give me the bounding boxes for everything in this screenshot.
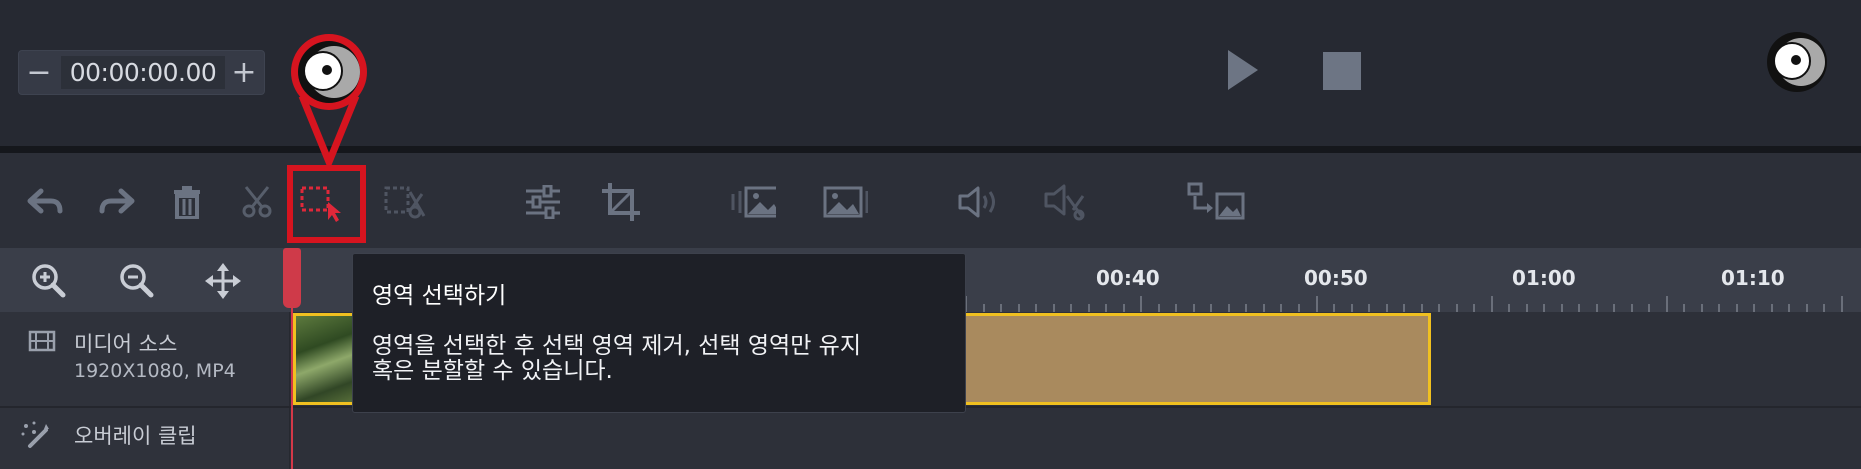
ruler-tick-label: 00:40 <box>1096 266 1160 290</box>
fit-timeline-button[interactable] <box>204 262 242 300</box>
tooltip-body-line: 영역을 선택한 후 선택 영역 제거, 선택 영역만 유지 <box>372 333 861 359</box>
playhead-handle[interactable] <box>283 248 301 308</box>
zoom-controls <box>0 248 290 312</box>
tooltip-title: 영역 선택하기 <box>372 283 507 309</box>
image-left-icon <box>731 186 776 218</box>
zoom-out-icon <box>120 264 154 298</box>
volume-icon <box>958 186 995 218</box>
mute-cut-button[interactable] <box>1042 179 1088 225</box>
media-source-title: 미디어 소스 <box>74 332 178 356</box>
tooltip-body-line: 혹은 분할할 수 있습니다. <box>372 358 613 384</box>
mute-cut-icon <box>1044 184 1085 221</box>
eye-marker-icon <box>1765 30 1831 94</box>
tooltip-body: 영역을 선택한 후 선택 영역 제거, 선택 영역만 유지 혹은 분할할 수 있… <box>372 334 957 384</box>
overlay-clip-title: 오버레이 클립 <box>74 424 197 448</box>
remove-region-button[interactable] <box>382 179 428 225</box>
timecode-field[interactable]: 00:00:00.00 <box>61 56 225 89</box>
highlight-box <box>287 165 366 243</box>
clip-thumbnail <box>296 316 356 402</box>
delete-button[interactable] <box>164 179 210 225</box>
redo-icon <box>99 188 135 214</box>
image-right-icon <box>823 186 868 218</box>
cut-button[interactable] <box>234 179 280 225</box>
play-icon <box>1228 50 1258 90</box>
playhead-line <box>291 300 293 469</box>
replace-clip-button[interactable] <box>1186 179 1246 225</box>
timecode-decrement-button[interactable]: − <box>19 51 59 94</box>
undo-icon <box>27 188 63 214</box>
timecode-control: − 00:00:00.00 + <box>18 50 265 95</box>
stop-button[interactable] <box>1322 51 1362 91</box>
preview-bar <box>0 0 1861 146</box>
redo-button[interactable] <box>94 179 140 225</box>
overlay-wand-icon <box>20 420 52 450</box>
fade-out-image-button[interactable] <box>822 179 868 225</box>
play-button[interactable] <box>1226 48 1260 92</box>
edit-toolbar <box>0 153 1861 248</box>
separator <box>0 146 1861 153</box>
scissors-icon <box>242 186 272 218</box>
crop-button[interactable] <box>598 179 644 225</box>
zoom-out-button[interactable] <box>118 262 154 298</box>
adjust-icon <box>526 185 560 219</box>
timecode-increment-button[interactable]: + <box>224 51 264 94</box>
move-arrows-icon <box>205 263 241 299</box>
trash-icon <box>174 186 200 219</box>
crop-icon <box>602 183 640 221</box>
zoom-in-icon <box>32 264 66 298</box>
ruler-tick-label: 00:50 <box>1304 266 1368 290</box>
remove-region-icon <box>384 186 426 219</box>
fade-in-image-button[interactable] <box>730 179 776 225</box>
stop-icon <box>1323 52 1361 90</box>
tooltip: 영역 선택하기 영역을 선택한 후 선택 영역 제거, 선택 영역만 유지 혹은… <box>352 253 966 413</box>
zoom-in-button[interactable] <box>30 262 66 298</box>
film-icon <box>28 329 56 353</box>
eye-callout-icon <box>284 30 374 170</box>
ruler-tick-label: 01:00 <box>1512 266 1576 290</box>
undo-button[interactable] <box>22 179 68 225</box>
media-source-info: 1920X1080, MP4 <box>74 360 236 382</box>
replace-clip-icon <box>1187 182 1245 220</box>
track-headers: 미디어 소스 1920X1080, MP4 오버레이 클립 <box>0 312 290 469</box>
volume-button[interactable] <box>956 179 1002 225</box>
adjust-button[interactable] <box>520 179 566 225</box>
ruler-tick-label: 01:10 <box>1721 266 1785 290</box>
